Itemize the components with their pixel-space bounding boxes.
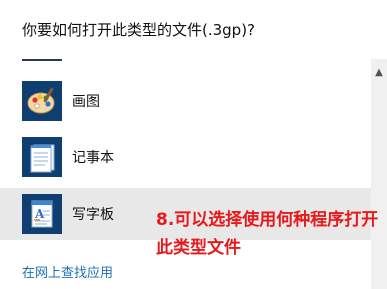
wordpad-icon: A [22, 194, 62, 234]
paint-icon [22, 81, 62, 121]
app-item-paint[interactable]: 画图 [0, 75, 372, 127]
app-label-paint: 画图 [72, 94, 100, 110]
annotation-text: 8.可以选择使用何种程序打开此类型文件 [156, 210, 379, 258]
app-label-notepad: 记事本 [72, 150, 114, 166]
app-label-wordpad: 写字板 [72, 207, 114, 223]
svg-text:A: A [34, 207, 45, 221]
dialog-title: 你要如何打开此类型的文件(.3gp)? [22, 21, 256, 39]
title-divider [22, 59, 62, 61]
find-app-online-link[interactable]: 在网上查找应用 [22, 262, 113, 281]
app-item-notepad[interactable]: 记事本 [0, 131, 372, 183]
scroll-up-arrow-icon[interactable]: ▲ [371, 64, 387, 80]
notepad-icon [22, 137, 62, 177]
